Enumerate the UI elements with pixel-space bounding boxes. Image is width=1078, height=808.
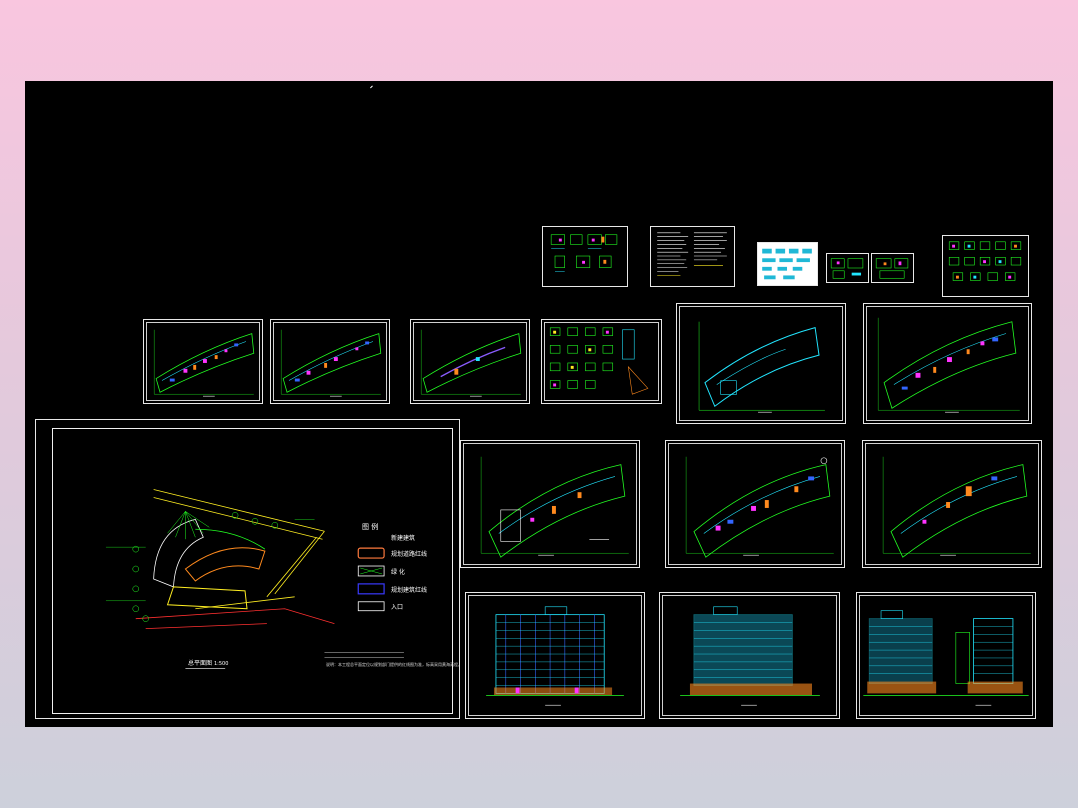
curved-floor-plan (153, 329, 255, 397)
detail-sheet-4[interactable] (871, 253, 914, 283)
legend-title: 图 例 (362, 523, 379, 531)
floor-plan-5[interactable] (460, 440, 640, 568)
legend-item-5: 入口 (391, 604, 404, 611)
notes-text-block (657, 232, 727, 276)
detail-sheet-2[interactable] (757, 242, 818, 286)
curved-floor-plan (882, 456, 1031, 558)
elevation-2[interactable] (659, 592, 840, 719)
stair-detail-drawing (948, 241, 1022, 281)
floor-plan-4[interactable] (863, 303, 1032, 424)
elevation-3[interactable] (856, 592, 1036, 719)
building-elevation (486, 606, 624, 706)
legend-item-2: 规划道路红线 (391, 551, 428, 558)
site-plan-sheet[interactable]: 图 例 新建建筑 规划道路红线 绿 化 规划建筑红线 入口 总平面图 1:500… (35, 419, 462, 719)
detail-drawing (830, 258, 864, 279)
site-plan-scale: 1:500 (214, 661, 229, 667)
stair-plans-sheet[interactable] (541, 319, 662, 404)
curved-floor-plan (480, 456, 629, 558)
curved-floor-plan (685, 456, 834, 558)
site-plan-note: 说明：本工程总平面定位以规划部门提供的红线图为准，标高采用黄海高程。 (326, 662, 462, 667)
detail-drawing (875, 258, 909, 279)
legend-item-4: 规划建筑红线 (391, 587, 428, 594)
detail-sheet-1[interactable] (542, 226, 628, 287)
floor-plan-1[interactable] (143, 319, 263, 404)
site-plan-title: 总平面图 (188, 660, 213, 667)
building-elevation (680, 606, 820, 706)
cyan-detail-drawing (762, 248, 812, 280)
cursor-mark (370, 85, 375, 91)
floor-plan-3[interactable] (410, 319, 530, 404)
curved-floor-plan (877, 317, 1020, 413)
stair-details-sheet[interactable] (942, 235, 1029, 297)
floor-plan-2[interactable] (270, 319, 390, 404)
detail-drawing (550, 234, 618, 272)
curved-floor-plan (280, 329, 382, 397)
floor-plan-6[interactable] (665, 440, 845, 568)
roof-plan[interactable] (676, 303, 846, 424)
elevation-1[interactable] (465, 592, 645, 719)
notes-sheet[interactable] (650, 226, 735, 287)
building-elevation (863, 610, 1029, 706)
curved-floor-plan (420, 329, 522, 397)
detail-sheet-3[interactable] (826, 253, 869, 283)
stair-plans-drawing (549, 327, 649, 395)
cad-model-space[interactable]: 图 例 新建建筑 规划道路红线 绿 化 规划建筑红线 入口 总平面图 1:500… (25, 81, 1053, 727)
legend-item-1: 新建建筑 (391, 535, 416, 542)
curved-roof-plan (698, 321, 825, 413)
legend-item-3: 绿 化 (391, 569, 405, 576)
floor-plan-7[interactable] (862, 440, 1042, 568)
